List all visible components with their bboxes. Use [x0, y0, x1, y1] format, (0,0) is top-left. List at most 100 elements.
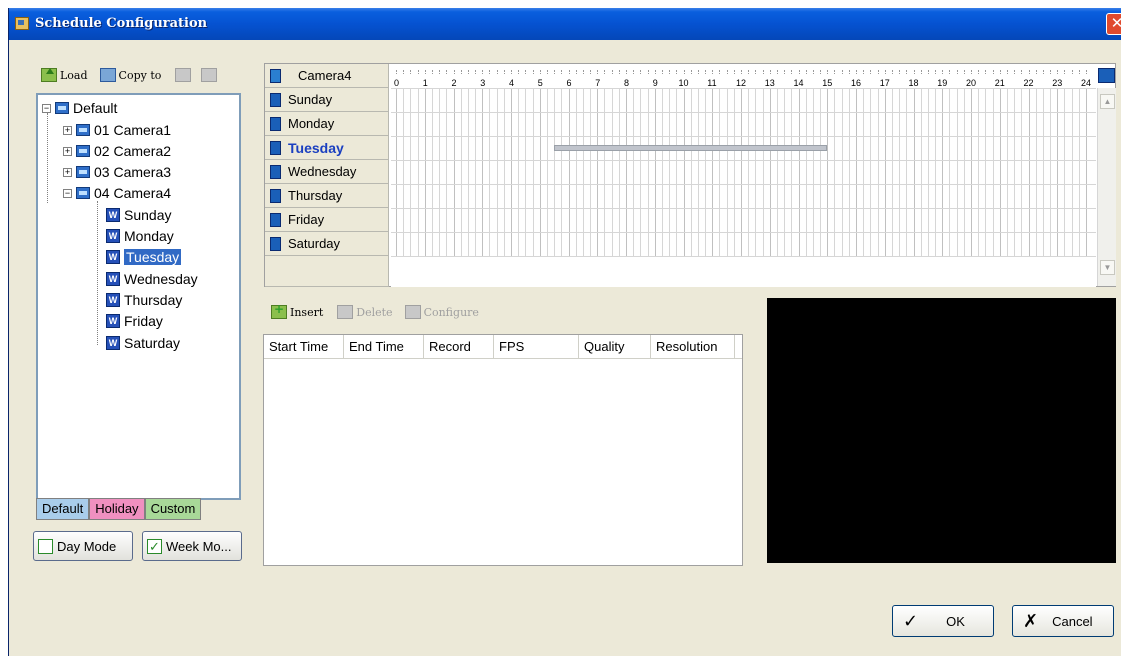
column-resolution[interactable]: Resolution: [651, 335, 735, 359]
ruler-tick: [511, 70, 512, 74]
grid-line: [431, 88, 433, 256]
grid-line: [827, 88, 829, 256]
ruler-tick: [963, 70, 965, 74]
ruler-tick: [575, 70, 577, 74]
tree-item-camera[interactable]: + 01 Camera1: [63, 120, 171, 140]
ruler-tick: [439, 70, 441, 74]
ok-button[interactable]: ✓ OK: [892, 605, 994, 637]
tree-item-day-selected[interactable]: W Tuesday: [106, 247, 182, 267]
grid-line: [963, 88, 965, 256]
tree-item-day[interactable]: W Monday: [106, 226, 174, 246]
day-row-thursday[interactable]: Thursday: [265, 184, 389, 208]
day-row-friday[interactable]: Friday: [265, 208, 389, 232]
schedule-entry-list[interactable]: Start Time End Time Record FPS Quality R…: [263, 334, 743, 566]
day-icon: W: [106, 314, 120, 328]
tab-custom[interactable]: Custom: [144, 498, 202, 520]
column-end-time[interactable]: End Time: [344, 335, 424, 359]
tab-default[interactable]: Default: [36, 498, 90, 520]
scroll-down-arrow[interactable]: ▼: [1100, 260, 1115, 275]
ruler-tick: [705, 70, 707, 74]
ruler-tick: [776, 70, 778, 74]
grid-line: [798, 88, 800, 256]
tree-item-day[interactable]: W Wednesday: [106, 269, 198, 289]
ruler-tick: [568, 70, 570, 74]
schedule-bar[interactable]: [554, 145, 828, 151]
configure-button[interactable]: Configure: [424, 306, 479, 319]
ruler-tick: [812, 70, 814, 74]
tree-item-day[interactable]: W Thursday: [106, 290, 182, 310]
grid-line: [913, 88, 915, 256]
grid-line: [812, 88, 814, 256]
hour-label: 20: [966, 78, 977, 88]
load-button[interactable]: Load: [60, 69, 88, 82]
grid-line: [863, 88, 865, 256]
cancel-label: Cancel: [1052, 613, 1093, 629]
timeline-grid[interactable]: 0 1 2 3 4 5 6 7 8 9 10 11 12 13 14 15 16 17 18 19 20 21 22 23 24: [391, 64, 1096, 287]
tree-item-default[interactable]: − Default: [42, 98, 117, 118]
expand-icon[interactable]: +: [63, 167, 72, 177]
grid-line: [532, 88, 534, 256]
export-icon[interactable]: [201, 68, 218, 82]
insert-button[interactable]: Insert: [290, 306, 323, 319]
grid-line: [971, 88, 972, 256]
grid-line: [611, 88, 613, 256]
tree-item-day[interactable]: W Friday: [106, 311, 163, 331]
column-record[interactable]: Record: [424, 335, 494, 359]
expand-icon[interactable]: +: [63, 146, 72, 156]
tree-item-day[interactable]: W Sunday: [106, 205, 171, 225]
camera-tree[interactable]: − Default + 01 Camera1 + 02 Camera2 + 03…: [36, 93, 241, 500]
import-icon[interactable]: [175, 68, 192, 82]
day-icon: [270, 236, 281, 251]
grid-line: [561, 88, 563, 256]
ruler-tick: [503, 70, 505, 74]
tree-item-camera[interactable]: + 03 Camera3: [63, 162, 171, 182]
day-row-tuesday[interactable]: Tuesday: [265, 136, 389, 160]
cancel-button[interactable]: ✗ Cancel: [1012, 605, 1114, 637]
list-header: Start Time End Time Record FPS Quality R…: [264, 335, 742, 359]
copy-to-button[interactable]: Copy to: [119, 69, 162, 82]
grid-line: [525, 88, 527, 256]
ruler-tick: [467, 70, 469, 74]
grid-settings-icon[interactable]: [1098, 68, 1115, 83]
day-mode-button[interactable]: Day Mode: [33, 531, 133, 561]
tree-item-day[interactable]: W Saturday: [106, 333, 180, 353]
ruler-tick: [784, 70, 786, 74]
close-button[interactable]: ✕: [1106, 13, 1121, 35]
column-quality[interactable]: Quality: [579, 335, 651, 359]
tab-holiday[interactable]: Holiday: [89, 498, 145, 520]
grid-line: [899, 88, 901, 256]
ruler-tick: [518, 70, 520, 74]
tree-label: Saturday: [124, 335, 181, 351]
grid-line: [503, 88, 505, 256]
day-row-wednesday[interactable]: Wednesday: [265, 160, 389, 184]
collapse-icon[interactable]: −: [63, 188, 72, 198]
tree-item-camera[interactable]: + 02 Camera2: [63, 141, 171, 161]
ruler-tick: [582, 70, 584, 74]
scroll-up-arrow[interactable]: ▲: [1100, 94, 1115, 109]
delete-button[interactable]: Delete: [356, 306, 392, 319]
grid-line: [834, 88, 836, 256]
tree-item-camera[interactable]: − 04 Camera4: [63, 183, 171, 203]
grid-line: [1014, 88, 1016, 256]
day-row-sunday[interactable]: Sunday: [265, 88, 389, 112]
day-row-monday[interactable]: Monday: [265, 112, 389, 136]
column-fps[interactable]: FPS: [494, 335, 579, 359]
column-start-time[interactable]: Start Time: [264, 335, 344, 359]
schedule-timeline[interactable]: Camera4 Sunday Monday Tuesday Wednesday …: [264, 63, 1116, 287]
ruler-tick: [597, 70, 599, 74]
ok-label: OK: [946, 613, 965, 629]
title-bar[interactable]: Schedule Configuration ✕: [9, 8, 1121, 40]
ruler-tick: [719, 70, 721, 74]
tree-label: 04 Camera4: [94, 185, 172, 201]
grid-line: [633, 88, 635, 256]
expand-icon[interactable]: +: [63, 125, 72, 135]
day-icon: W: [106, 293, 120, 307]
week-mode-button[interactable]: ✓ Week Mo...: [142, 531, 242, 561]
tree-label: 02 Camera2: [94, 143, 172, 159]
grid-line: [446, 88, 448, 256]
vertical-scrollbar[interactable]: ▲ ▼: [1097, 88, 1116, 286]
grid-line: [626, 88, 627, 256]
grid-line: [877, 88, 879, 256]
collapse-icon[interactable]: −: [42, 103, 51, 113]
day-row-saturday[interactable]: Saturday: [265, 232, 389, 256]
